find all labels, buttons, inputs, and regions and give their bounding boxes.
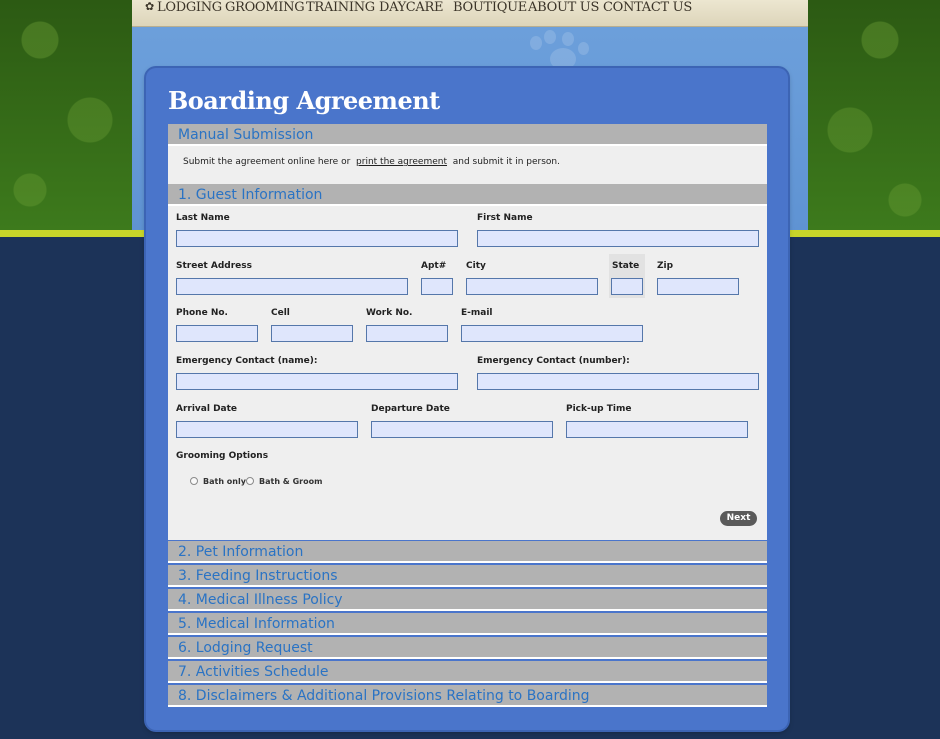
nav-grooming[interactable]: GROOMING [225, 0, 305, 22]
section-medical-illness-policy[interactable]: 4. Medical Illness Policy [168, 589, 767, 611]
bath-only-label: Bath only [203, 477, 246, 486]
phone-field[interactable] [176, 325, 258, 342]
apt-field[interactable] [421, 278, 453, 295]
nav-daycare[interactable]: DAYCARE [379, 0, 443, 22]
arrival-label: Arrival Date [176, 404, 238, 414]
print-agreement-link[interactable]: print the agreement [356, 157, 447, 167]
pickup-label: Pick-up Time [566, 404, 632, 414]
state-label: State [612, 261, 640, 271]
cell-field[interactable] [271, 325, 353, 342]
emergency-number-label: Emergency Contact (number): [477, 356, 630, 366]
zip-field[interactable] [657, 278, 739, 295]
nav-training[interactable]: TRAINING [306, 0, 375, 22]
street-label: Street Address [176, 261, 252, 271]
arrival-field[interactable] [176, 421, 358, 438]
section-feeding-instructions[interactable]: 3. Feeding Instructions [168, 565, 767, 587]
street-field[interactable] [176, 278, 408, 295]
bath-groom-radio[interactable] [246, 477, 254, 485]
next-button[interactable]: Next [720, 511, 757, 526]
bath-only-radio[interactable] [190, 477, 198, 485]
section-disclaimers[interactable]: 8. Disclaimers & Additional Provisions R… [168, 685, 767, 707]
section-pet-information[interactable]: 2. Pet Information [168, 541, 767, 563]
state-field[interactable] [611, 278, 643, 295]
manual-text-before: Submit the agreement online here or [183, 157, 351, 167]
nav-boutique[interactable]: BOUTIQUE [453, 0, 527, 22]
section-medical-information[interactable]: 5. Medical Information [168, 613, 767, 635]
nav-lodging[interactable]: LODGING [157, 0, 222, 22]
emergency-name-label: Emergency Contact (name): [176, 356, 318, 366]
last-name-label: Last Name [176, 213, 230, 223]
pickup-field[interactable] [566, 421, 748, 438]
paw-icon: ✿ [145, 0, 155, 13]
page-title: Boarding Agreement [168, 86, 440, 115]
section-lodging-request[interactable]: 6. Lodging Request [168, 637, 767, 659]
bath-groom-label: Bath & Groom [259, 477, 323, 486]
last-name-field[interactable] [176, 230, 458, 247]
work-field[interactable] [366, 325, 448, 342]
emergency-name-field[interactable] [176, 373, 458, 390]
section-guest-information[interactable]: 1. Guest Information [168, 184, 767, 206]
email-label: E-mail [461, 308, 493, 318]
phone-label: Phone No. [176, 308, 228, 318]
apt-label: Apt# [421, 261, 447, 271]
emergency-number-field[interactable] [477, 373, 759, 390]
city-label: City [466, 261, 486, 271]
manual-text-after: and submit it in person. [452, 157, 560, 167]
zip-label: Zip [657, 261, 674, 271]
departure-label: Departure Date [371, 404, 450, 414]
nav-contact-us[interactable]: CONTACT US [603, 0, 692, 22]
work-label: Work No. [366, 308, 413, 318]
grooming-label: Grooming Options [176, 451, 269, 461]
city-field[interactable] [466, 278, 598, 295]
nav-about-us[interactable]: ABOUT US [528, 0, 599, 22]
first-name-field[interactable] [477, 230, 759, 247]
first-name-label: First Name [477, 213, 533, 223]
cell-label: Cell [271, 308, 290, 318]
section-activities-schedule[interactable]: 7. Activities Schedule [168, 661, 767, 683]
email-field[interactable] [461, 325, 643, 342]
manual-text: Submit the agreement online here or prin… [183, 157, 560, 167]
departure-field[interactable] [371, 421, 553, 438]
section-manual-submission[interactable]: Manual Submission [168, 124, 767, 146]
